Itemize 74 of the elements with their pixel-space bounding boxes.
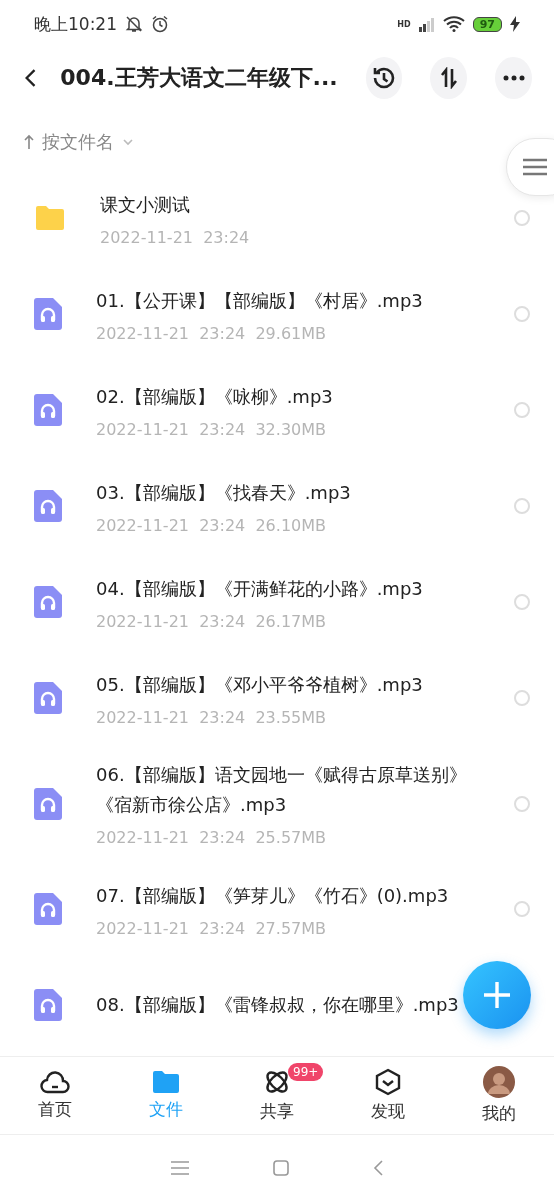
file-details: 2022-11-21 23:24 23.55MB xyxy=(96,707,328,727)
arrow-up-icon xyxy=(24,134,34,150)
file-details: 2022-11-21 23:24 32.30MB xyxy=(96,419,328,439)
more-button[interactable] xyxy=(495,57,532,99)
headphones-file-icon xyxy=(34,787,62,820)
nav-tab[interactable]: 发现 xyxy=(332,1057,444,1134)
headphones-file-icon xyxy=(34,394,62,426)
headphones-file-icon xyxy=(34,989,62,1021)
file-row[interactable]: 05.【部编版】《邓小平爷爷植树》.mp3 2022-11-21 23:24 23.55MB xyxy=(0,650,554,746)
file-details: 2022-11-21 23:24 29.61MB xyxy=(96,323,328,343)
file-name: 01.【公开课】【部编版】《村居》.mp3 xyxy=(96,288,424,313)
folder-icon xyxy=(34,205,66,231)
history-icon xyxy=(371,65,397,91)
hexagon-icon xyxy=(373,1068,402,1096)
select-radio[interactable] xyxy=(514,210,530,226)
more-icon xyxy=(502,75,525,81)
file-details: 2022-11-21 23:24 xyxy=(100,227,251,247)
network-label: HD xyxy=(397,19,411,29)
cloud-icon xyxy=(40,1070,71,1094)
file-details: 2022-11-21 23:24 25.57MB xyxy=(96,828,328,847)
status-time: 晚上10:21 xyxy=(34,12,117,36)
select-radio[interactable] xyxy=(514,795,530,812)
sort-button[interactable] xyxy=(430,57,468,99)
nav-tab[interactable]: 我的 xyxy=(443,1057,554,1134)
avatar-icon xyxy=(482,1066,515,1098)
battery-level: 97 xyxy=(472,16,502,32)
sort-by-name-button[interactable]: 按文件名 xyxy=(24,130,134,154)
file-details: 2022-11-21 23:24 26.10MB xyxy=(96,515,328,535)
file-name: 04.【部编版】《开满鲜花的小路》.mp3 xyxy=(96,576,424,601)
wifi-icon xyxy=(442,16,465,32)
file-row[interactable]: 06.【部编版】语文园地一《赋得古原草送别》《宿新市徐公店》.mp3 2022-11-21 23:24 25.57MB xyxy=(0,746,554,861)
file-details: 2022-11-21 23:24 26.17MB xyxy=(96,611,328,631)
file-row[interactable]: 03.【部编版】《找春天》.mp3 2022-11-21 23:24 26.10MB xyxy=(0,458,554,554)
home-square-icon[interactable] xyxy=(273,1159,289,1176)
file-row[interactable]: 01.【公开课】【部编版】《村居》.mp3 2022-11-21 23:24 29.61MB xyxy=(0,266,554,362)
select-radio[interactable] xyxy=(514,594,530,610)
file-row[interactable]: 02.【部编版】《咏柳》.mp3 2022-11-21 23:24 32.30MB xyxy=(0,362,554,458)
file-name: 08.【部编版】《雷锋叔叔，你在哪里》.mp3 xyxy=(96,993,460,1017)
bell-off-icon xyxy=(125,15,143,33)
back-icon[interactable] xyxy=(24,67,37,89)
headphones-file-icon xyxy=(34,490,62,522)
file-row[interactable]: 07.【部编版】《笋芽儿》《竹石》(0).mp3 2022-11-21 23:24 27.57MB xyxy=(0,861,554,957)
file-name: 07.【部编版】《笋芽儿》《竹石》(0).mp3 xyxy=(96,883,450,908)
headphones-file-icon xyxy=(34,682,62,714)
select-radio[interactable] xyxy=(514,306,530,322)
folder-icon xyxy=(152,1070,181,1094)
file-name: 05.【部编版】《邓小平爷爷植树》.mp3 xyxy=(96,672,424,697)
chevron-down-icon xyxy=(122,138,134,146)
history-button[interactable] xyxy=(365,57,403,99)
file-name: 课文小测试 xyxy=(100,192,191,217)
alarm-icon xyxy=(151,15,169,33)
headphones-file-icon xyxy=(34,298,62,330)
orbit-icon xyxy=(263,1068,291,1096)
folder-title: 004.王芳大语文二年级下... xyxy=(60,64,338,92)
file-name: 06.【部编版】语文园地一《赋得古原草送别》《宿新市徐公店》.mp3 xyxy=(96,763,468,817)
select-radio[interactable] xyxy=(514,901,530,917)
plus-icon xyxy=(482,980,512,1010)
file-name: 02.【部编版】《咏柳》.mp3 xyxy=(96,384,334,409)
nav-tab[interactable]: 共享 99+ xyxy=(221,1057,333,1134)
nav-tab[interactable]: 首页 xyxy=(0,1057,111,1134)
signal-icon xyxy=(418,16,435,32)
select-radio[interactable] xyxy=(514,498,530,514)
menu-icon xyxy=(523,158,547,176)
add-button[interactable] xyxy=(463,961,531,1029)
file-row[interactable]: 04.【部编版】《开满鲜花的小路》.mp3 2022-11-21 23:24 26.17MB xyxy=(0,554,554,650)
count-badge: 99+ xyxy=(288,1063,324,1081)
file-name: 03.【部编版】《找春天》.mp3 xyxy=(96,480,352,505)
select-radio[interactable] xyxy=(514,402,530,418)
headphones-file-icon xyxy=(34,586,62,618)
file-details: 2022-11-21 23:24 27.57MB xyxy=(96,918,328,938)
menu-icon[interactable] xyxy=(171,1160,189,1175)
file-row[interactable]: 课文小测试 2022-11-21 23:24 xyxy=(0,170,554,266)
headphones-file-icon xyxy=(34,893,62,925)
select-radio[interactable] xyxy=(514,690,530,706)
